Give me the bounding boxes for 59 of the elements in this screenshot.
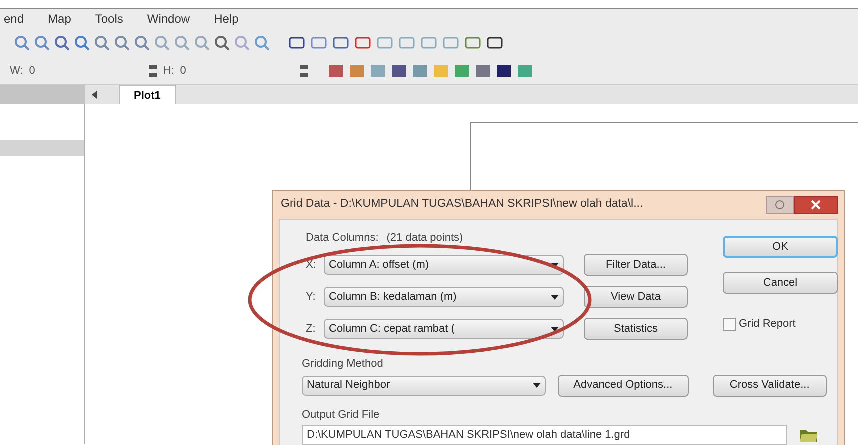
width-field[interactable]: 0 [29, 62, 150, 80]
ok-button[interactable]: OK [723, 236, 838, 258]
column-action-button[interactable]: Filter Data... [584, 254, 688, 276]
column-action-button[interactable]: View Data [584, 286, 688, 308]
gridding-method-label: Gridding Method [302, 357, 384, 372]
toolbar-tool-icon[interactable] [74, 35, 90, 51]
map-tool-icon[interactable] [391, 63, 408, 79]
toolbar-tool-icon[interactable] [194, 35, 210, 51]
width-label: W: [10, 64, 24, 79]
dropdown-arrow-icon [551, 294, 559, 300]
cancel-button[interactable]: Cancel [723, 272, 838, 294]
column-select[interactable]: Column B: kedalaman (m) [324, 287, 564, 307]
data-columns-label: Data Columns: [306, 231, 379, 244]
toolbar-tool-icon[interactable] [174, 35, 190, 51]
drawing-tool-icon[interactable] [288, 35, 306, 51]
menu-item[interactable]: end [4, 10, 24, 28]
column-select[interactable]: Column C: cepat rambat ( [324, 319, 564, 339]
column-select[interactable]: Column A: offset (m) [324, 255, 564, 275]
toolbar-tool-icon[interactable] [134, 35, 150, 51]
folder-icon[interactable] [799, 427, 819, 443]
help-button[interactable] [766, 196, 794, 214]
axis-label: Z: [306, 322, 317, 337]
output-file-field[interactable]: D:\KUMPULAN TUGAS\BAHAN SKRIPSI\new olah data\line 1.grd [302, 425, 787, 445]
spin-icon[interactable] [149, 65, 158, 77]
height-label: H: [163, 64, 174, 79]
toolbar-tool-icon[interactable] [94, 35, 110, 51]
advanced-options-button[interactable]: Advanced Options... [558, 374, 689, 396]
close-icon [811, 200, 821, 210]
menu-item[interactable]: Help [214, 10, 239, 28]
drawing-tool-icon[interactable] [332, 35, 350, 51]
dropdown-arrow-icon [551, 262, 559, 268]
map-tool-icon[interactable] [496, 63, 512, 79]
dialog-title: Grid Data - D:\KUMPULAN TUGAS\BAHAN SKRIPSI\new olah data\l... [280, 197, 644, 212]
menu-item[interactable]: Tools [95, 10, 124, 28]
dropdown-arrow-icon [532, 383, 541, 388]
data-points-count: (21 data points) [386, 231, 464, 244]
toolbar-tool-icon[interactable] [14, 35, 30, 51]
toolbar-tool-icon[interactable] [154, 35, 170, 51]
axis-label: X: [306, 258, 318, 273]
document-tab[interactable]: Plot1 [119, 85, 176, 104]
spin-icon[interactable] [300, 65, 308, 77]
column-action-button[interactable]: Statistics [584, 318, 688, 340]
toolbar-tool-icon[interactable] [34, 35, 50, 51]
grid-report-label: Grid Report [739, 316, 796, 332]
dropdown-arrow-icon [551, 326, 559, 332]
output-grid-file-label: Output Grid File [302, 408, 381, 422]
toolbar-tool-icon[interactable] [114, 35, 130, 51]
close-button[interactable] [794, 196, 838, 214]
drawing-tool-icon[interactable] [486, 35, 504, 51]
cross-validate-button[interactable]: Cross Validate... [712, 374, 827, 396]
toolbar-tool-icon[interactable] [254, 35, 270, 51]
height-field[interactable]: 0 [180, 62, 300, 80]
axis-label: Y: [306, 290, 317, 305]
grid-report-checkbox[interactable] [723, 318, 736, 330]
menu-item[interactable]: Map [48, 10, 72, 28]
menu-item[interactable]: Window [147, 10, 190, 28]
toolbar-tool-icon[interactable] [214, 35, 230, 51]
toolbar-tool-icon[interactable] [54, 35, 70, 51]
gridding-method-select[interactable]: Natural Neighbor [302, 376, 546, 396]
